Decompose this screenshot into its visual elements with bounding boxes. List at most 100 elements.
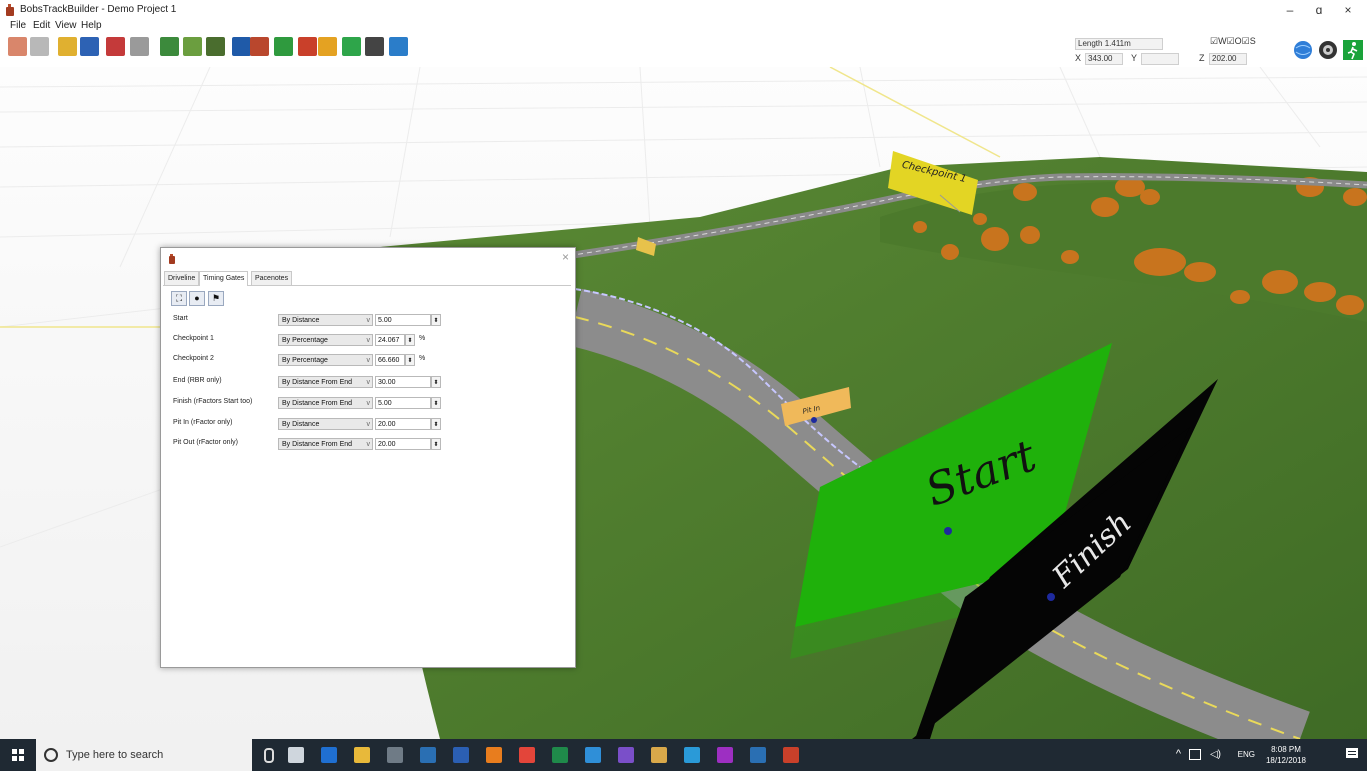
excel-icon[interactable] [552,747,568,763]
gate-mode-select[interactable]: By Distance From End v [278,438,373,450]
tray-chevron-icon[interactable]: ^ [1176,748,1181,760]
file-explorer-icon[interactable] [354,747,370,763]
gate-value-input[interactable]: 24.067 [375,334,405,346]
gate-mode-value: By Percentage [282,337,328,344]
gate-label: Pit In (rFactor only) [173,419,233,426]
spinner-icon[interactable]: ⬍ [431,376,441,388]
gate-mode-value: By Distance From End [282,379,353,386]
maximize-button[interactable]: ɑ [1306,3,1332,17]
spinner-icon[interactable]: ⬍ [405,354,415,366]
texture-icon[interactable] [183,37,202,56]
outlook-icon[interactable] [321,747,337,763]
gate-unit: % [419,335,426,342]
clock-time[interactable]: 8:08 PM [1263,745,1309,754]
y-field[interactable] [1141,53,1179,65]
mountain-icon[interactable] [274,37,293,56]
visual-studio-icon[interactable] [618,747,634,763]
tab-timing-gates[interactable]: Timing Gates [199,271,249,286]
taskbar-search-box[interactable]: Type here to search [36,739,252,771]
gate-mode-value: By Distance [282,317,320,324]
view-flags-checkboxes[interactable]: ☑W☑O☑S [1210,36,1256,47]
gate-mode-value: By Percentage [282,357,328,364]
gate-value-input[interactable]: 30.00 [375,376,431,388]
paint-icon[interactable] [232,37,251,56]
close-button[interactable]: × [1335,3,1361,17]
gate-mode-select[interactable]: By Distance v [278,418,373,430]
spinner-icon[interactable]: ⬍ [431,438,441,450]
tab-pacenotes[interactable]: Pacenotes [251,271,293,285]
spinner-icon[interactable]: ⬍ [431,397,441,409]
camera-view-icon[interactable] [80,37,99,56]
brush-icon[interactable] [318,37,337,56]
chevron-down-icon: v [366,379,371,386]
grass-icon[interactable] [206,37,225,56]
chevron-down-icon: v [366,357,371,364]
media-encoder-icon[interactable] [684,747,700,763]
text-icon[interactable] [130,37,149,56]
gate-mode-value: By Distance From End [282,400,353,407]
chevron-down-icon: v [366,337,371,344]
gate-mode-select[interactable]: By Distance From End v [278,376,373,388]
chevron-down-icon: v [366,317,371,324]
menu-file[interactable]: File [10,20,26,31]
gate-value-input[interactable]: 20.00 [375,438,431,450]
blender-icon[interactable] [486,747,502,763]
chevron-down-icon: v [366,400,371,407]
globe-icon[interactable] [1292,39,1314,61]
bobstrackbuilder-icon[interactable] [783,747,799,763]
gaming-icon[interactable] [387,747,403,763]
length-readout: Length 1.411m [1075,38,1163,50]
gate-mode-select[interactable]: By Distance From End v [278,397,373,409]
dialog-close-button[interactable]: × [562,250,569,264]
microphone-icon[interactable] [264,748,274,763]
volume-icon[interactable]: ◁) [1210,749,1221,760]
gate-label: End (RBR only) [173,377,222,384]
z-field[interactable]: 202.00 [1209,53,1247,65]
brick-icon[interactable] [250,37,269,56]
gate-value-input[interactable]: 5.00 [375,314,431,326]
tab-driveline[interactable]: Driveline [164,271,200,285]
road-edit-icon[interactable] [30,37,49,56]
paint-icon[interactable] [651,747,667,763]
task-view-icon[interactable] [288,747,304,763]
gate-mode-select[interactable]: By Percentage v [278,334,373,346]
menu-edit[interactable]: Edit [33,20,50,31]
target-icon[interactable]: ● [189,291,205,306]
word-icon[interactable] [453,747,469,763]
wall-icon[interactable] [106,37,125,56]
steering-wheel-icon[interactable] [1317,39,1339,61]
steam2-icon[interactable] [750,747,766,763]
gate-mode-select[interactable]: By Percentage v [278,354,373,366]
spinner-icon[interactable]: ⬍ [405,334,415,346]
expand-icon[interactable]: ⛶ [171,291,187,306]
windows-start-icon[interactable] [0,739,36,771]
network-icon[interactable] [1189,749,1201,760]
language-indicator[interactable]: ENG [1238,750,1255,759]
vscode-icon[interactable] [585,747,601,763]
track-icon[interactable] [8,37,27,56]
menu-view[interactable]: View [55,20,77,31]
grid-texture-icon[interactable] [342,37,361,56]
spinner-icon[interactable]: ⬍ [431,314,441,326]
steam-icon[interactable] [420,747,436,763]
chrome-icon[interactable] [519,747,535,763]
minimize-button[interactable]: – [1277,3,1303,17]
gate-mode-select[interactable]: By Distance v [278,314,373,326]
spectators-icon[interactable] [365,37,384,56]
clock-date[interactable]: 18/12/2018 [1263,756,1309,765]
objects-icon[interactable] [298,37,317,56]
gate-value-input[interactable]: 20.00 [375,418,431,430]
flag-icon[interactable]: ⚑ [208,291,224,306]
notifications-icon[interactable] [1345,747,1359,761]
x-field[interactable]: 343.00 [1085,53,1123,65]
run-icon[interactable] [1342,39,1364,61]
water-icon[interactable] [389,37,408,56]
gate-value-input[interactable]: 5.00 [375,397,431,409]
terrain-icon[interactable] [58,37,77,56]
premiere-icon[interactable] [717,747,733,763]
spinner-icon[interactable]: ⬍ [431,418,441,430]
gate-value-input[interactable]: 66.660 [375,354,405,366]
search-placeholder: Type here to search [66,749,164,761]
menu-help[interactable]: Help [81,20,102,31]
spline-icon[interactable] [160,37,179,56]
